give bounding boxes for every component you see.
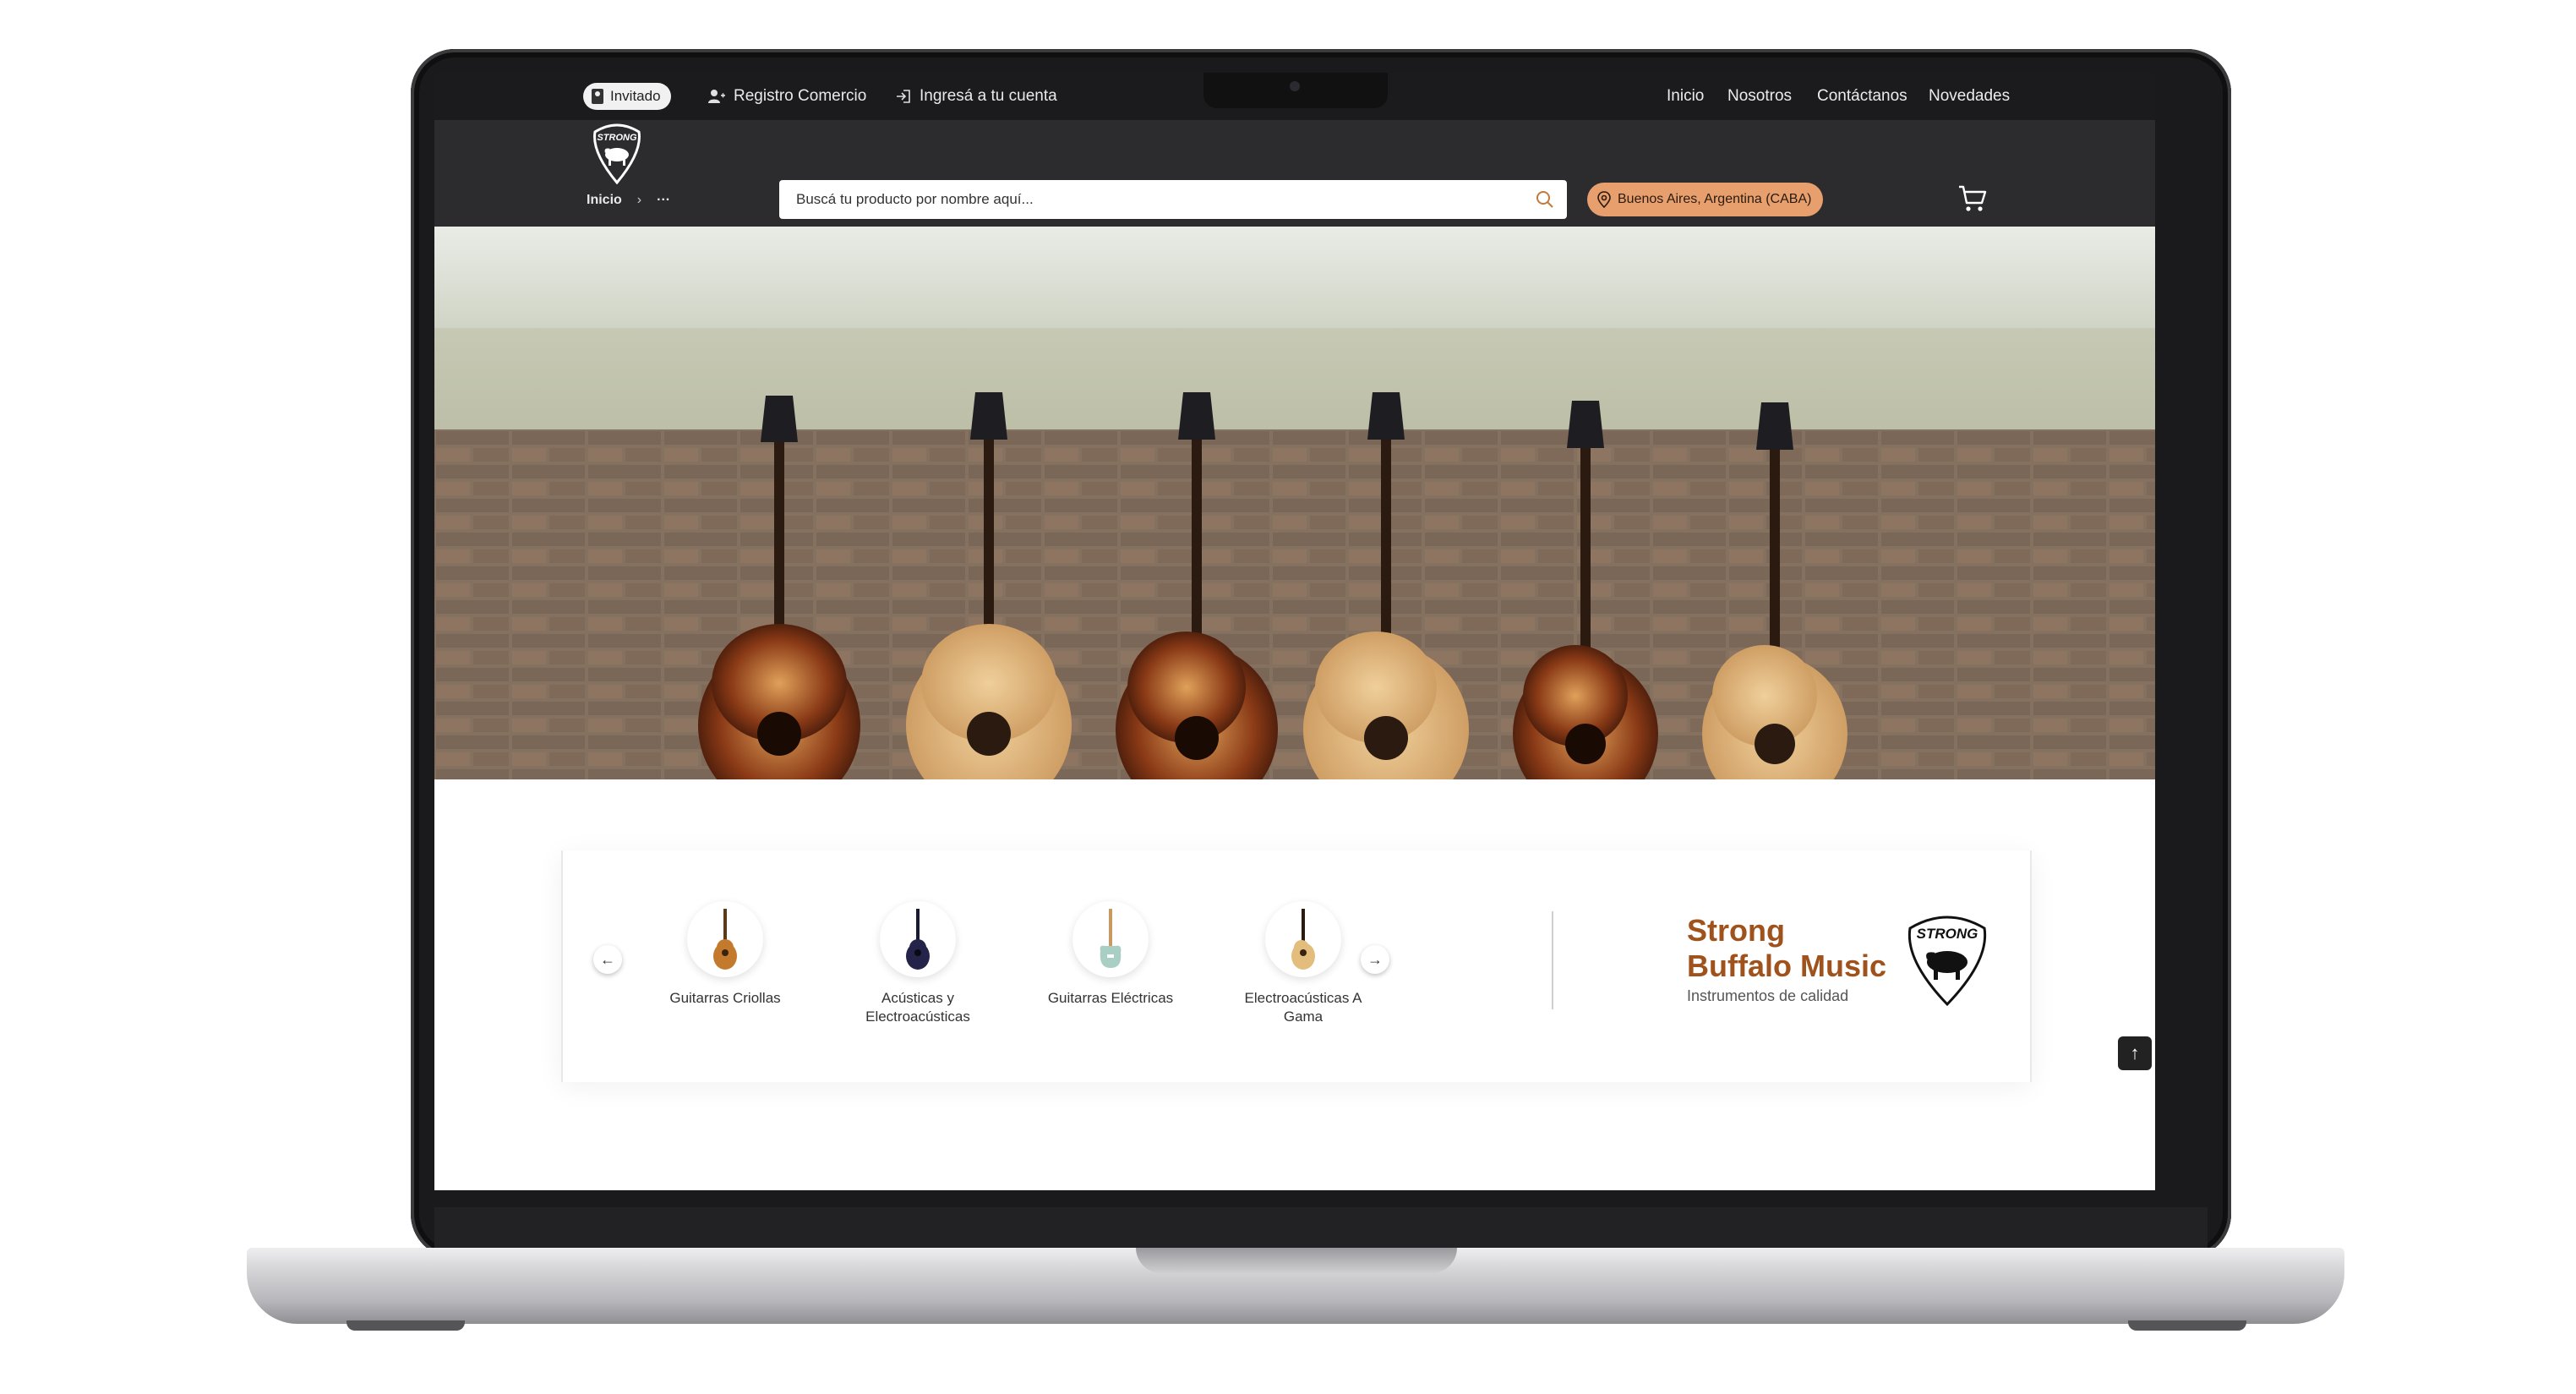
nav-inicio[interactable]: Inicio [1667,81,1704,112]
register-business-label: Registro Comercio [734,87,867,105]
category-label: Guitarras Eléctricas [1047,990,1174,1006]
carousel-next-button[interactable]: → [1361,945,1389,974]
laptop-screen: Invitado Registro Comercio Ingresá a tu … [434,73,2155,1190]
category-label: Electroacústicas A Gama [1244,990,1362,1025]
brand-title: Strong Buffalo Music [1687,913,1886,984]
category-guitarras-electricas[interactable]: Guitarras Eléctricas [1026,901,1195,1008]
logo-text: STRONG [597,133,637,143]
breadcrumb-more[interactable]: ··· [657,193,670,208]
arrow-left-icon: ← [600,950,615,968]
guest-badge[interactable]: Invitado [583,83,671,110]
arrow-right-icon: → [1367,950,1383,968]
classical-guitar-icon [687,901,763,977]
breadcrumb-separator: › [636,193,642,207]
brand-logo-text: STRONG [1917,926,1978,942]
guest-badge-label: Invitado [610,88,661,104]
hero-guitars-image [434,227,2155,779]
electric-guitar-icon [1072,901,1149,977]
nav-contactanos[interactable]: Contáctanos [1817,81,1907,112]
cart-button[interactable] [1957,184,1988,217]
cart-icon [1959,185,1987,211]
user-add-icon [708,90,725,103]
search-bar [779,180,1567,219]
electroacoustic-guitar-icon [1265,901,1341,977]
hero-banner [434,227,2155,779]
brand-logo: STRONG [1905,913,1989,1012]
id-card-icon [592,89,603,104]
strong-logo[interactable]: STRONG [592,123,642,185]
carousel-prev-button[interactable]: ← [593,945,622,974]
brand-subtitle: Instrumentos de calidad [1687,987,1849,1004]
arrow-up-icon: ↑ [2130,1042,2140,1063]
search-icon[interactable] [1535,189,1555,210]
category-acusticas[interactable]: Acústicas y Electroacústicas [833,901,1002,1026]
camera-icon [1290,81,1300,91]
brand-title-line1: Strong [1687,913,1785,948]
category-guitarras-criollas[interactable]: Guitarras Criollas [641,901,810,1008]
location-selector[interactable]: Buenos Aires, Argentina (CABA) [1587,183,1824,216]
header-bar: STRONG Buenos Aires, Argentina (CABA) In… [434,120,2155,227]
categories-panel: ← Guitarras Criollas Acústicas y Electro… [561,850,2032,1082]
breadcrumb: Inicio › ··· [587,193,670,208]
breadcrumb-home[interactable]: Inicio [587,193,622,208]
login-link[interactable]: Ingresá a tu cuenta [896,81,1057,112]
login-icon [897,90,910,103]
register-business-link[interactable]: Registro Comercio [708,81,866,112]
location-label: Buenos Aires, Argentina (CABA) [1618,192,1812,206]
category-label: Guitarras Criollas [669,990,781,1006]
laptop-foot-right [2128,1320,2246,1331]
brand-title-line2: Buffalo Music [1687,948,1887,983]
back-to-top-button[interactable]: ↑ [2118,1036,2152,1070]
login-label: Ingresá a tu cuenta [920,87,1057,105]
panel-divider [1552,911,1553,1009]
category-label: Acústicas y Electroacústicas [865,990,970,1025]
laptop-foot-left [347,1320,465,1331]
search-input[interactable] [779,190,1525,209]
acoustic-guitar-icon [880,901,956,977]
nav-nosotros[interactable]: Nosotros [1727,81,1792,112]
nav-novedades[interactable]: Novedades [1929,81,2010,112]
location-pin-icon [1597,191,1611,208]
laptop-opening-notch [1136,1248,1457,1273]
